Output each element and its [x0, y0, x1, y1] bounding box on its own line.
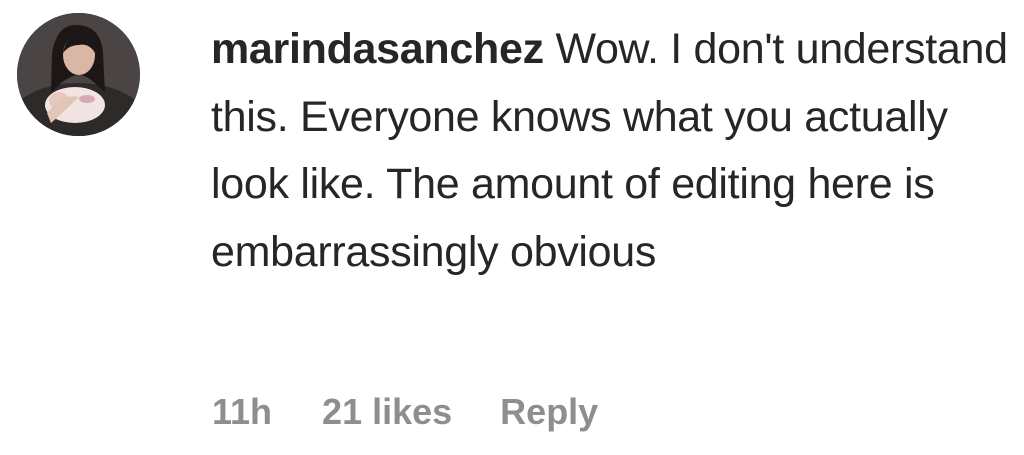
username-link[interactable]: marindasanchez [211, 25, 544, 73]
avatar-photo [17, 13, 140, 136]
comment: marindasanchez Wow. I don't understand t… [0, 0, 1024, 455]
reply-button[interactable]: Reply [500, 391, 598, 433]
comment-meta: 11h 21 likes Reply [212, 391, 598, 433]
comment-timestamp: 11h [212, 391, 273, 432]
likes-count-button[interactable]: 21 likes [322, 391, 452, 433]
comment-text-block: marindasanchez Wow. I don't understand t… [211, 16, 1011, 286]
comment-body: marindasanchez Wow. I don't understand t… [211, 16, 1011, 286]
avatar[interactable] [17, 13, 140, 136]
